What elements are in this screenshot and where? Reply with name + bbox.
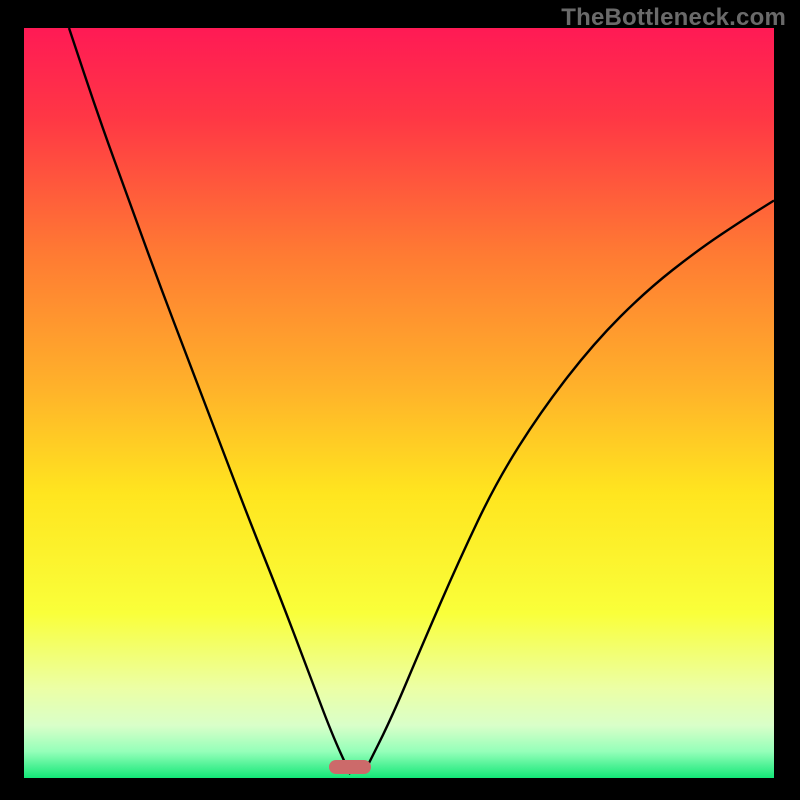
- chart-stage: TheBottleneck.com: [0, 0, 800, 800]
- curve-layer: [24, 28, 774, 778]
- plot-area: [24, 28, 774, 778]
- minimum-marker: [329, 760, 371, 774]
- curve-right-branch: [365, 201, 774, 771]
- curve-left-branch: [69, 28, 350, 774]
